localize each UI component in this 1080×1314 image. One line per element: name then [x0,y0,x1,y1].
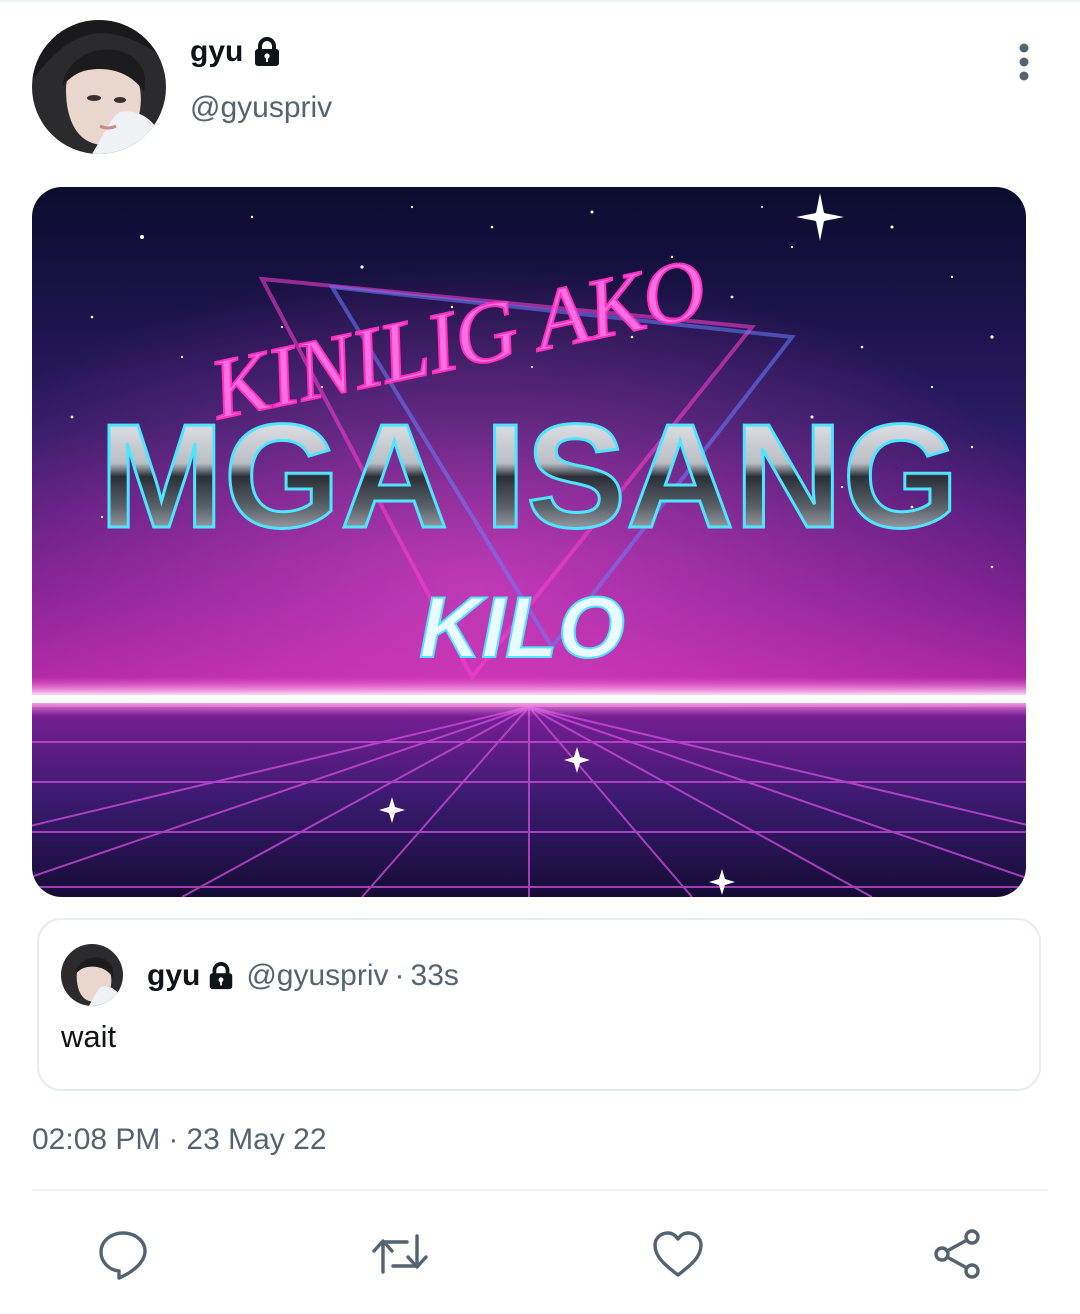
actions-divider [32,1189,1048,1191]
author-name[interactable]: gyu [190,34,283,70]
retweet-icon [371,1228,429,1285]
more-options-button[interactable] [1004,42,1044,86]
tweet-detail: gyu @gyuspriv KINILIG AKO MGA ISANG KILO… [0,0,1080,1314]
quoted-tweet[interactable]: gyu @gyuspriv · 33s wait [37,918,1041,1091]
retweet-button[interactable] [372,1228,428,1284]
quoted-author-avatar[interactable] [61,944,123,1006]
quoted-header: gyu @gyuspriv · 33s [147,958,459,994]
quoted-time: 33s [410,959,459,992]
author-avatar[interactable] [32,20,166,154]
like-button[interactable] [650,1228,706,1284]
timestamp-separator: · [168,1123,179,1156]
media-line-main: MGA ISANG [99,394,959,559]
heart-icon [651,1229,705,1284]
timestamp-date: 23 May 22 [186,1123,327,1156]
lock-icon [206,961,236,991]
share-button[interactable] [929,1228,985,1284]
author-display-name: gyu [190,35,244,68]
author-handle[interactable]: @gyuspriv [190,90,332,126]
quoted-text: wait [61,1019,117,1054]
quoted-separator: · [394,959,405,992]
reply-icon [97,1228,149,1285]
media-line-bottom: KILO [419,580,624,676]
more-vertical-icon [1017,42,1031,87]
quoted-handle: @gyuspriv [246,959,389,992]
reply-button[interactable] [95,1228,151,1284]
lock-icon [251,36,283,68]
quoted-display-name: gyu [147,959,201,992]
tweet-timestamp[interactable]: 02:08 PM · 23 May 22 [32,1122,327,1158]
share-icon [930,1227,984,1286]
tweet-media-image[interactable]: KINILIG AKO MGA ISANG KILO [32,187,1026,897]
timestamp-time: 02:08 PM [32,1123,161,1156]
top-divider [0,0,1080,2]
